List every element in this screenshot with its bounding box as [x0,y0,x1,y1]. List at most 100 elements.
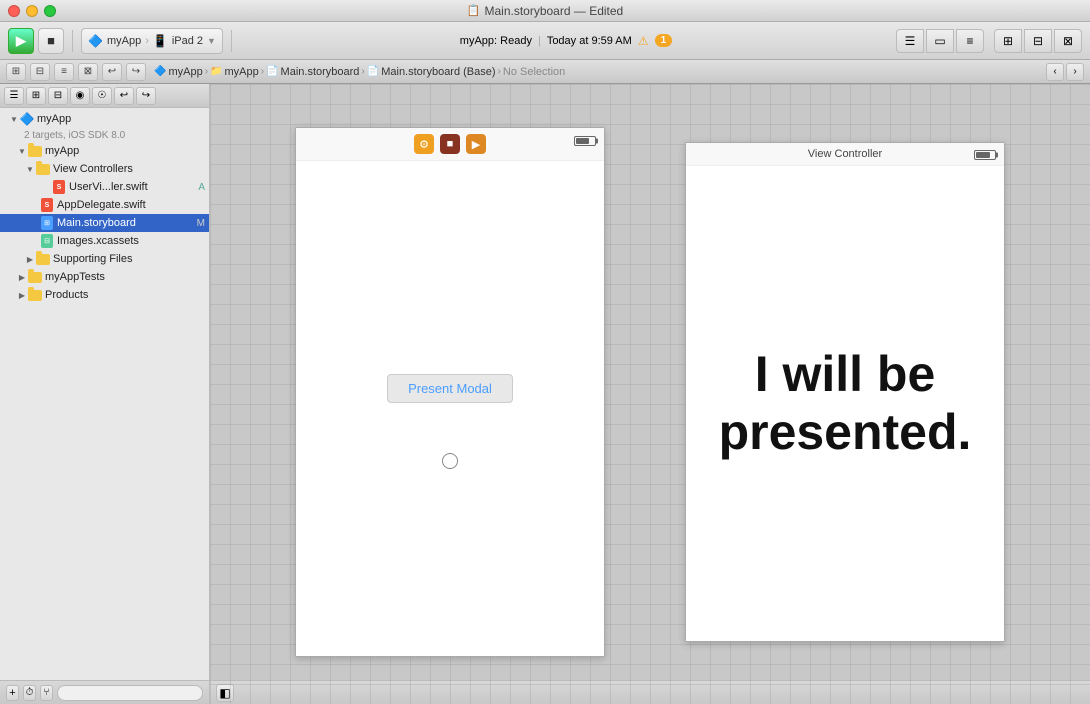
sidebar-btn-4[interactable]: ◉ [70,87,90,105]
vc-icon-row: ⚙ ■ ▶ [296,128,604,161]
canvas-content: ⚙ ■ ▶ Present Modal [210,84,1090,680]
window-controls[interactable] [8,5,56,17]
breadcrumb-sep-3: › [361,66,364,77]
vc-icon-orange[interactable]: ⚙ [414,134,434,154]
history-btn[interactable]: ⏱ [23,685,36,701]
expand-arrow-storyboard: ▶ [28,217,40,229]
second-battery-fill [976,152,990,158]
toolbar-separator-1 [72,30,73,52]
breadcrumb-item-4[interactable]: 📄 Main.storyboard (Base) [367,66,496,78]
debug-toggle[interactable]: ▭ [926,29,954,53]
xcassets-icon-images: ⊟ [40,234,54,248]
title-icon: 📋 [467,4,481,17]
breadcrumb-item-1[interactable]: 🔷 myApp [154,66,203,78]
sidebar-btn-7[interactable]: ↪ [136,87,156,105]
sidebar-label-supporting: Supporting Files [53,253,205,265]
version-editor[interactable]: ⊠ [1054,29,1082,53]
breadcrumb-sep-2: › [261,66,264,77]
sidebar-btn-2[interactable]: ⊞ [26,87,46,105]
battery-icon [574,136,596,146]
sidebar-label-appdelegate: AppDelegate.swift [57,199,205,211]
warning-badge[interactable]: 1 [655,34,673,47]
breadcrumb-label-2: myApp [225,66,259,78]
add-secondary-btn[interactable]: ⊞ [6,63,26,81]
sidebar-item-root-info: 2 targets, iOS SDK 8.0 [0,128,209,142]
undo-secondary-btn[interactable]: ↩ [102,63,122,81]
sidebar-item-products[interactable]: ▶ Products [0,286,209,304]
storyboard-icon-main: ⊞ [40,216,54,230]
canvas-side-toggle[interactable]: ◧ [216,684,234,702]
sidebar-label-root: myApp [37,113,201,125]
folder-icon-myapp [28,144,42,158]
inspector-toggle[interactable]: ≡ [956,29,984,53]
sidebar-item-main-storyboard[interactable]: ▶ ⊞ Main.storyboard M [0,214,209,232]
breadcrumb-item-3[interactable]: 📄 Main.storyboard [266,66,359,78]
sidebar-item-myapp-root[interactable]: ▼ 🔷 myApp [0,110,209,128]
redo-secondary-btn[interactable]: ↪ [126,63,146,81]
close-button[interactable] [8,5,20,17]
sidebar-item-appdelegate[interactable]: ▶ S AppDelegate.swift [0,196,209,214]
sidebar-item-supporting-files[interactable]: ▶ Supporting Files [0,250,209,268]
main-toolbar: ▶ ■ 🔷 myApp › 📱 iPad 2 ▼ myApp: Ready | … [0,22,1090,60]
scheme-separator: › [145,35,149,47]
sidebar-btn-6[interactable]: ↩ [114,87,134,105]
sidebar-btn-5[interactable]: ☉ [92,87,112,105]
run-button[interactable]: ▶ [8,28,34,54]
stop-button[interactable]: ■ [38,28,64,54]
add-file-btn[interactable]: + [6,685,19,701]
breadcrumb-sep-1: › [205,66,208,77]
maximize-button[interactable] [44,5,56,17]
branch-btn[interactable]: ⑂ [40,685,53,701]
expand-arrow-appdelegate: ▶ [28,199,40,211]
swift-icon-appdelegate: S [40,198,54,212]
sidebar-bottom: + ⏱ ⑂ [0,680,209,704]
scheme-chevron: ▼ [207,36,216,46]
more-secondary-btn[interactable]: ≡ [54,63,74,81]
vc-icon-red[interactable]: ■ [440,134,460,154]
breadcrumb-navigation: ‹ › [1046,63,1084,81]
scheme-app-name: myApp [107,35,141,47]
sidebar-label-view-controllers: View Controllers [53,163,205,175]
breadcrumb-sep-4: › [498,66,501,77]
sidebar-label-images: Images.xcassets [57,235,205,247]
filter-secondary-btn[interactable]: ⊟ [30,63,50,81]
sidebar-item-images[interactable]: ▶ ⊟ Images.xcassets [0,232,209,250]
canvas-area: ⚙ ■ ▶ Present Modal [210,84,1090,704]
folder-icon-products [28,288,42,302]
presented-text-line2: presented. [719,404,972,462]
breadcrumb: 🔷 myApp › 📁 myApp › 📄 Main.storyboard › … [154,66,1042,78]
minimize-button[interactable] [26,5,38,17]
sidebar-btn-3[interactable]: ⊟ [48,87,68,105]
vc-icon-orange2[interactable]: ▶ [466,134,486,154]
sidebar-item-view-controllers[interactable]: ▼ View Controllers [0,160,209,178]
expand-arrow-tests: ▶ [16,271,28,283]
present-modal-button[interactable]: Present Modal [387,374,513,403]
presented-text: I will be presented. [719,346,972,461]
title-bar: 📋 Main.storyboard — Edited [0,0,1090,22]
scheme-selector[interactable]: 🔷 myApp › 📱 iPad 2 ▼ [81,28,223,54]
sidebar-btn-1[interactable]: ☰ [4,87,24,105]
assistant-editor[interactable]: ⊟ [1024,29,1052,53]
second-view-controller[interactable]: View Controller I will be presented. [685,142,1005,642]
filter-input[interactable] [57,685,203,701]
canvas-bottom-bar: ◧ [210,680,1090,704]
toolbar-separator-2 [231,30,232,52]
first-view-controller[interactable]: ⚙ ■ ▶ Present Modal [295,127,605,657]
breadcrumb-back[interactable]: ‹ [1046,63,1064,81]
breadcrumb-forward[interactable]: › [1066,63,1084,81]
sidebar-item-uservc[interactable]: ▶ S UserVi...ler.swift A [0,178,209,196]
second-vc-title: View Controller [808,148,882,160]
breadcrumb-item-2[interactable]: 📁 myApp [210,66,259,78]
breadcrumb-icon-3: 📄 [266,66,278,77]
status-text: myApp: Ready [460,35,532,47]
scope-secondary-btn[interactable]: ⊠ [78,63,98,81]
expand-arrow-images: ▶ [28,235,40,247]
cursor-indicator [442,453,458,469]
breadcrumb-icon-1: 🔷 [154,66,166,77]
toolbar-status: myApp: Ready | Today at 9:59 AM ⚠ 1 [460,34,672,48]
standard-editor[interactable]: ⊞ [994,29,1022,53]
navigator-toggle[interactable]: ☰ [896,29,924,53]
view-controls: ☰ ▭ ≡ ⊞ ⊟ ⊠ [896,29,1082,53]
sidebar-item-myapp-folder[interactable]: ▼ myApp [0,142,209,160]
sidebar-item-myapptests[interactable]: ▶ myAppTests [0,268,209,286]
